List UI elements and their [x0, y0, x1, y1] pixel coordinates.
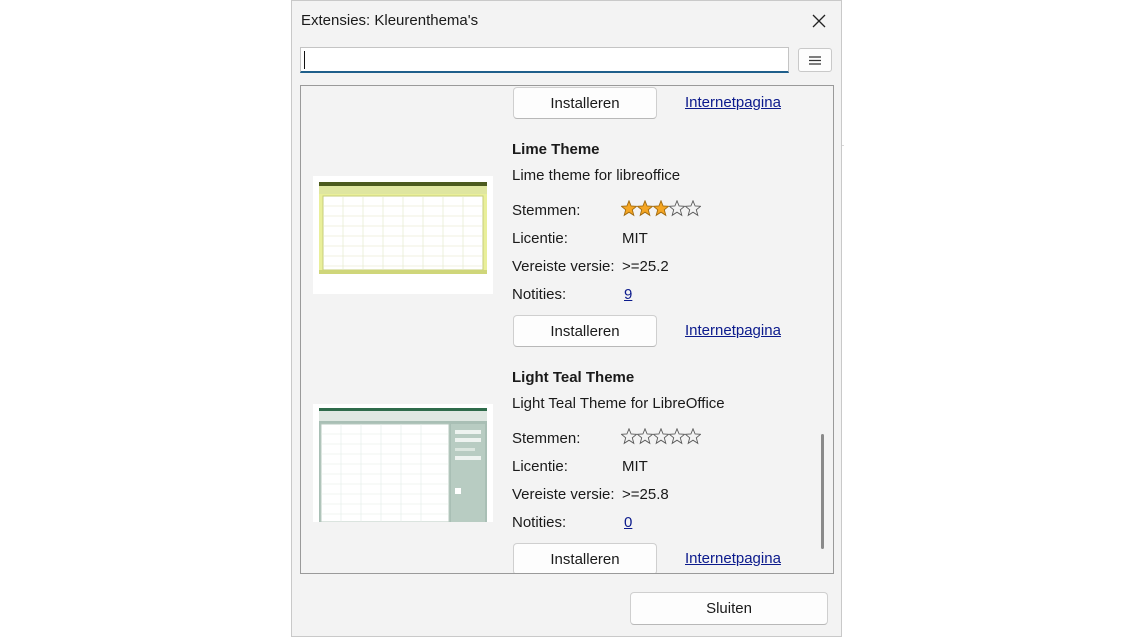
star-empty-icon	[653, 428, 669, 445]
extension-thumbnail	[313, 404, 493, 523]
text-caret	[304, 51, 305, 69]
votes-label: Stemmen:	[512, 202, 581, 219]
extension-name: Light Teal Theme	[512, 369, 635, 386]
license-value: MIT	[622, 458, 648, 475]
license-value: MIT	[622, 230, 648, 247]
close-button[interactable]	[800, 5, 838, 37]
homepage-link[interactable]: Internetpagina	[685, 550, 781, 567]
license-label: Licentie:	[512, 458, 568, 475]
extensions-list[interactable]: Installeren Internetpagina Lime Theme Li…	[300, 85, 834, 574]
star-empty-icon	[669, 428, 685, 445]
star-empty-icon	[669, 200, 685, 217]
extension-name: Lime Theme	[512, 141, 600, 158]
scrollbar-thumb[interactable]	[821, 434, 824, 549]
star-filled-icon	[637, 200, 653, 217]
search-input[interactable]	[300, 47, 789, 73]
extension-description: Lime theme for libreoffice	[512, 167, 681, 184]
version-label: Vereiste versie:	[512, 258, 615, 275]
homepage-link[interactable]: Internetpagina	[685, 322, 781, 339]
notes-link[interactable]: 0	[624, 514, 632, 531]
install-button[interactable]: Installeren	[513, 87, 657, 119]
notes-label: Notities:	[512, 514, 567, 531]
install-button[interactable]: Installeren	[513, 315, 657, 347]
version-label: Vereiste versie:	[512, 486, 615, 503]
close-icon	[812, 14, 826, 28]
extension-description: Light Teal Theme for LibreOffice	[512, 395, 725, 412]
star-filled-icon	[653, 200, 669, 217]
spreadsheet-preview-image	[319, 182, 487, 274]
notes-link[interactable]: 9	[624, 286, 632, 303]
spreadsheet-preview-image	[319, 408, 487, 523]
extension-thumbnail	[313, 176, 493, 294]
dialog-title: Extensies: Kleurenthema's	[301, 12, 479, 29]
star-empty-icon	[621, 428, 637, 445]
notes-label: Notities:	[512, 286, 567, 303]
close-dialog-button[interactable]: Sluiten	[630, 592, 828, 625]
star-filled-icon	[621, 200, 637, 217]
rating-stars	[621, 200, 701, 217]
version-value: >=25.8	[622, 486, 669, 503]
license-label: Licentie:	[512, 230, 568, 247]
star-empty-icon	[685, 428, 701, 445]
rating-stars	[621, 428, 701, 445]
homepage-link[interactable]: Internetpagina	[685, 94, 781, 111]
menu-button[interactable]	[798, 48, 832, 72]
install-button[interactable]: Installeren	[513, 543, 657, 573]
background-fragment	[842, 145, 844, 146]
star-empty-icon	[637, 428, 653, 445]
version-value: >=25.2	[622, 258, 669, 275]
vertical-scrollbar[interactable]	[813, 86, 833, 573]
star-empty-icon	[685, 200, 701, 217]
votes-label: Stemmen:	[512, 430, 581, 447]
extensions-dialog: Extensies: Kleurenthema's Installeren In…	[291, 0, 842, 637]
hamburger-menu-icon	[809, 55, 821, 65]
